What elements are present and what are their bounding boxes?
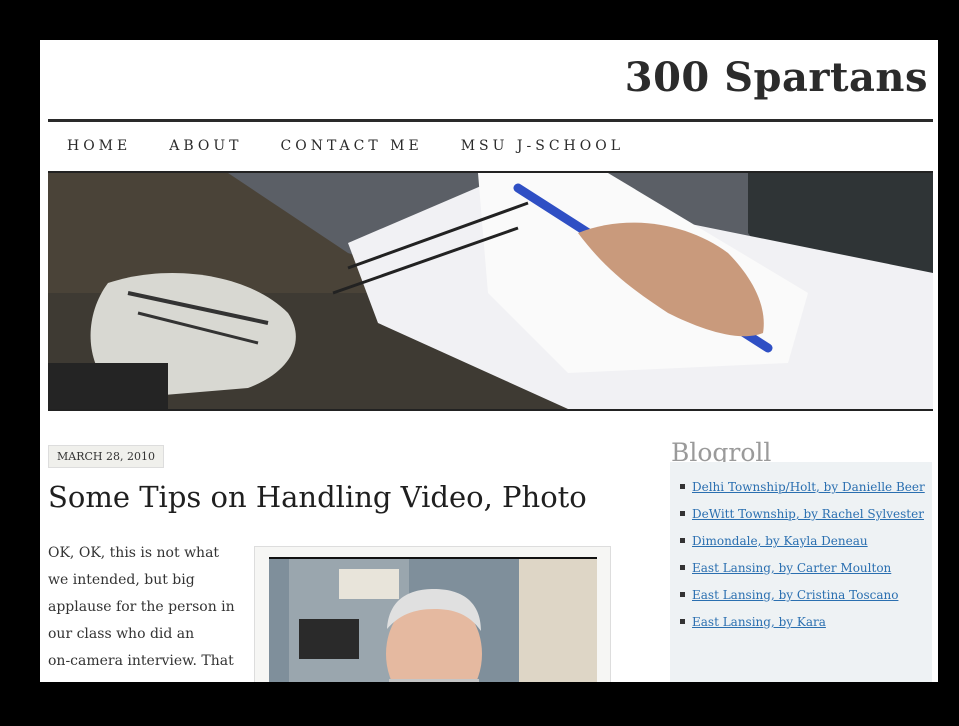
bullet-icon	[680, 484, 685, 489]
blogroll-link[interactable]: East Lansing, by Cristina Toscano	[692, 588, 898, 602]
nav-contact[interactable]: CONTACT ME	[281, 138, 423, 154]
blogroll-list: Delhi Township/Holt, by Danielle Beer De…	[670, 462, 932, 682]
post-line: OK, OK, this is not what	[48, 545, 220, 561]
blogroll-link[interactable]: Delhi Township/Holt, by Danielle Beer	[692, 480, 925, 494]
header-image	[48, 171, 933, 411]
site-title[interactable]: 300 Spartans	[625, 54, 928, 101]
blogroll-link[interactable]: East Lansing, by Kara	[692, 615, 826, 629]
blogroll-link[interactable]: DeWitt Township, by Rachel Sylvester	[692, 507, 924, 521]
bullet-icon	[680, 511, 685, 516]
post-line: our class who did an	[48, 626, 195, 642]
post-line: we intended, but big	[48, 572, 195, 588]
post-excerpt: OK, OK, this is not what we intended, bu…	[48, 540, 238, 675]
main-nav: HOME ABOUT CONTACT ME MSU J-SCHOOL	[67, 138, 662, 154]
bullet-icon	[680, 565, 685, 570]
post-title[interactable]: Some Tips on Handling Video, Photo	[48, 480, 587, 514]
bullet-icon	[680, 619, 685, 624]
blogroll-link[interactable]: East Lansing, by Carter Moulton	[692, 561, 891, 575]
blogroll-item: East Lansing, by Cristina Toscano	[680, 586, 932, 605]
post-line: on-camera interview. That	[48, 653, 234, 669]
blogroll-item: East Lansing, by Kara	[680, 613, 932, 632]
video-thumbnail[interactable]	[269, 557, 597, 682]
post-line: applause for the person in	[48, 599, 235, 615]
nav-home[interactable]: HOME	[67, 138, 131, 154]
blogroll-item: DeWitt Township, by Rachel Sylvester	[680, 505, 932, 524]
blogroll-link[interactable]: Dimondale, by Kayla Deneau	[692, 534, 868, 548]
blogroll-item: Dimondale, by Kayla Deneau	[680, 532, 932, 551]
post-date: MARCH 28, 2010	[48, 445, 164, 468]
blogroll-item: East Lansing, by Carter Moulton	[680, 559, 932, 578]
bullet-icon	[680, 538, 685, 543]
header-divider	[48, 119, 933, 122]
nav-msu-jschool[interactable]: MSU J-SCHOOL	[461, 138, 624, 154]
blogroll-item: Delhi Township/Holt, by Danielle Beer	[680, 478, 932, 497]
page: 300 Spartans HOME ABOUT CONTACT ME MSU J…	[40, 40, 938, 682]
bullet-icon	[680, 592, 685, 597]
video-embed[interactable]	[254, 546, 611, 682]
nav-about[interactable]: ABOUT	[169, 138, 242, 154]
